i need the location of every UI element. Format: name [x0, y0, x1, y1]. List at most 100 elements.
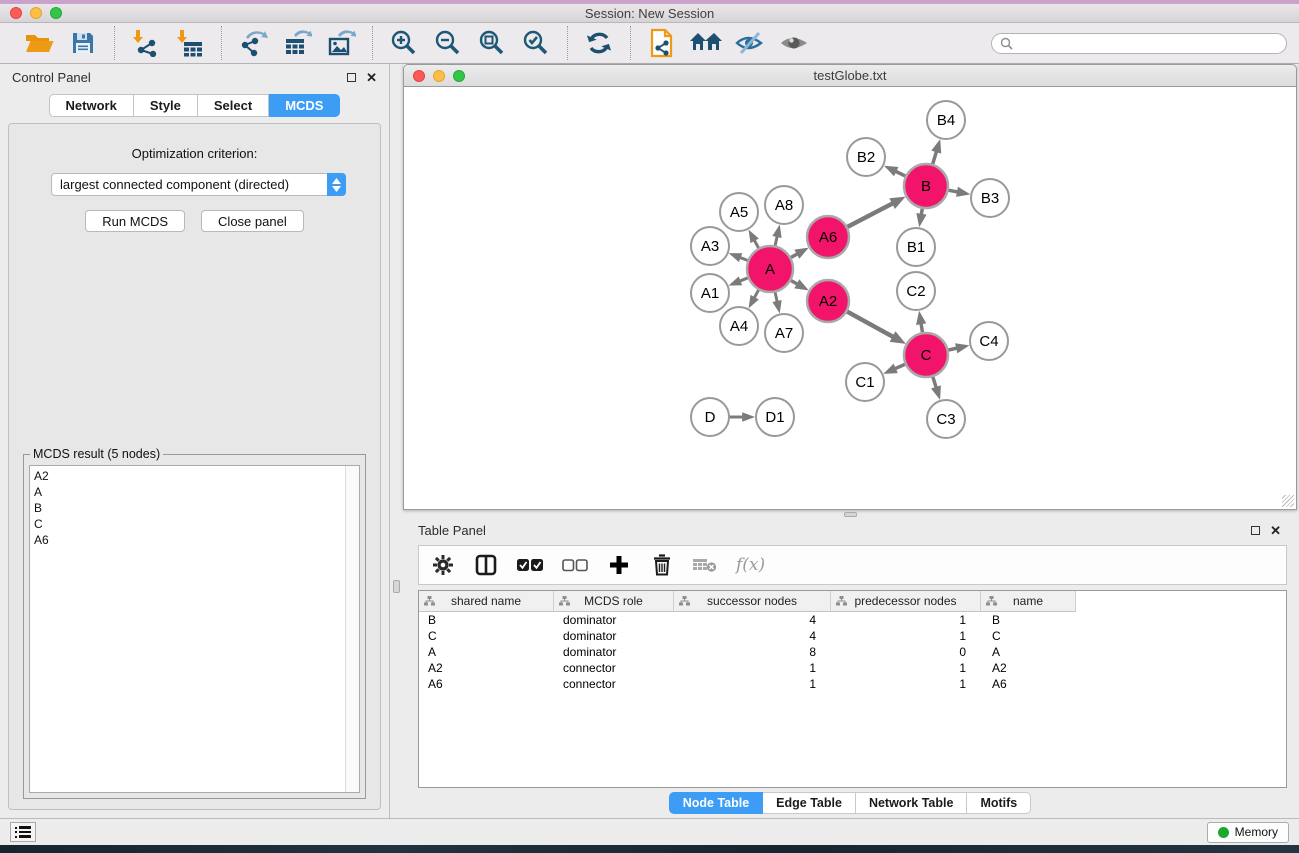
graph-node-C[interactable]: C	[904, 333, 948, 377]
memory-button[interactable]: Memory	[1207, 822, 1289, 843]
zoom-out-icon[interactable]	[431, 27, 465, 59]
graph-node-C4[interactable]: C4	[970, 322, 1008, 360]
graph-node-C3[interactable]: C3	[927, 400, 965, 438]
result-item[interactable]: A6	[34, 532, 341, 548]
tab-style[interactable]: Style	[134, 94, 198, 117]
column-header-successor-nodes[interactable]: successor nodes	[674, 591, 831, 612]
resize-grip-icon[interactable]	[1282, 495, 1294, 507]
table-row[interactable]: Bdominator41B	[419, 612, 1286, 628]
import-network-icon[interactable]	[129, 27, 163, 59]
export-network-icon[interactable]	[236, 27, 270, 59]
graph-node-A5[interactable]: A5	[720, 193, 758, 231]
show-columns-icon[interactable]	[474, 551, 498, 579]
close-panel-icon[interactable]: ✕	[366, 73, 377, 82]
run-mcds-button[interactable]: Run MCDS	[85, 210, 185, 232]
graph-node-B2[interactable]: B2	[847, 138, 885, 176]
export-table-icon[interactable]	[280, 27, 314, 59]
network-canvas[interactable]: B4 B2 B B3 A8A5 A6 A3 B1 A C2 A1 A2 A4A7 C4 C C1 C3 D D1	[403, 87, 1297, 510]
graph-node-C2[interactable]: C2	[897, 272, 935, 310]
import-table-icon[interactable]	[173, 27, 207, 59]
column-header-name[interactable]: name	[981, 591, 1076, 612]
graph-node-A6[interactable]: A6	[807, 216, 849, 258]
search-input[interactable]	[1018, 36, 1278, 50]
graph-node-B4[interactable]: B4	[927, 101, 965, 139]
mcds-result-list[interactable]: A2ABCA6	[29, 465, 360, 793]
tab-mcds[interactable]: MCDS	[269, 94, 340, 117]
column-header-mcds-role[interactable]: MCDS role	[554, 591, 674, 612]
column-header-predecessor-nodes[interactable]: predecessor nodes	[831, 591, 981, 612]
zoom-in-icon[interactable]	[387, 27, 421, 59]
zoom-selected-icon[interactable]	[519, 27, 553, 59]
tab-edge-table[interactable]: Edge Table	[763, 792, 856, 814]
graph-edge-A2-C[interactable]	[845, 310, 895, 337]
tab-node-table[interactable]: Node Table	[669, 792, 763, 814]
result-item[interactable]: A	[34, 484, 341, 500]
cell-successor-nodes: 1	[674, 660, 831, 676]
refresh-icon[interactable]	[582, 27, 616, 59]
network-window-titlebar: testGlobe.txt	[403, 64, 1297, 87]
float-panel-icon[interactable]	[347, 73, 356, 82]
graph-node-A3[interactable]: A3	[691, 227, 729, 265]
float-table-panel-icon[interactable]	[1251, 526, 1260, 535]
column-header-shared-name[interactable]: shared name	[419, 591, 554, 612]
result-list-scrollbar[interactable]	[345, 466, 359, 792]
result-item[interactable]: C	[34, 516, 341, 532]
graph-node-B3[interactable]: B3	[971, 179, 1009, 217]
graph-node-B1[interactable]: B1	[897, 228, 935, 266]
save-session-icon[interactable]	[66, 27, 100, 59]
show-graphics-details-icon[interactable]	[777, 27, 811, 59]
cell-shared-name: C	[419, 628, 554, 644]
tab-select[interactable]: Select	[198, 94, 269, 117]
result-item[interactable]: B	[34, 500, 341, 516]
table-row[interactable]: A2connector11A2	[419, 660, 1286, 676]
graph-node-A8[interactable]: A8	[765, 186, 803, 224]
graph-edge-arrowhead	[931, 139, 941, 154]
close-panel-button[interactable]: Close panel	[201, 210, 304, 232]
optimization-criterion-select[interactable]: largest connected component (directed)	[51, 173, 346, 196]
graph-node-A2[interactable]: A2	[807, 280, 849, 322]
search-field[interactable]	[991, 33, 1287, 54]
panel-splitter[interactable]	[390, 64, 403, 818]
splitter-grip[interactable]	[844, 512, 857, 517]
table-row[interactable]: A6connector11A6	[419, 676, 1286, 692]
graph-edge-A6-B[interactable]	[845, 203, 894, 229]
new-network-from-document-icon[interactable]	[645, 27, 679, 59]
graph-edge-arrowhead	[729, 253, 743, 262]
tab-motifs[interactable]: Motifs	[967, 792, 1031, 814]
horizontal-splitter[interactable]	[403, 510, 1297, 518]
zoom-fit-icon[interactable]	[475, 27, 509, 59]
add-icon[interactable]	[607, 551, 631, 579]
graph-node-A7[interactable]: A7	[765, 314, 803, 352]
graph-node-A1[interactable]: A1	[691, 274, 729, 312]
delete-icon[interactable]	[650, 551, 674, 579]
export-image-icon[interactable]	[324, 27, 358, 59]
graph-node-D1[interactable]: D1	[756, 398, 794, 436]
window-titlebar: Session: New Session	[0, 4, 1299, 23]
hide-graphics-details-icon[interactable]	[733, 27, 767, 59]
node-table[interactable]: shared nameMCDS rolesuccessor nodesprede…	[418, 590, 1287, 788]
search-area	[991, 33, 1287, 54]
splitter-grip[interactable]	[393, 580, 400, 593]
select-all-icon[interactable]	[517, 551, 543, 579]
graph-node-label: A6	[819, 229, 837, 246]
graph-node-C1[interactable]: C1	[846, 363, 884, 401]
close-table-panel-icon[interactable]: ✕	[1270, 526, 1281, 535]
open-file-icon[interactable]	[22, 27, 56, 59]
tab-network[interactable]: Network	[49, 94, 134, 117]
home-networks-icon[interactable]	[689, 27, 723, 59]
function-builder-icon[interactable]: f(x)	[736, 551, 765, 579]
graph-node-A[interactable]: A	[747, 246, 793, 292]
result-item[interactable]: A2	[34, 468, 341, 484]
graph-node-B[interactable]: B	[904, 164, 948, 208]
table-row[interactable]: Adominator80A	[419, 644, 1286, 660]
graph-node-label: A3	[701, 238, 719, 255]
graph-edge-arrowhead	[955, 343, 969, 353]
graph-node-D[interactable]: D	[691, 398, 729, 436]
table-settings-gear-icon[interactable]	[431, 551, 455, 579]
table-row[interactable]: Cdominator41C	[419, 628, 1286, 644]
unselect-all-icon[interactable]	[562, 551, 588, 579]
destroy-table-icon[interactable]	[693, 551, 717, 579]
tab-network-table[interactable]: Network Table	[856, 792, 968, 814]
graph-node-A4[interactable]: A4	[720, 307, 758, 345]
show-panels-button[interactable]	[10, 822, 36, 842]
